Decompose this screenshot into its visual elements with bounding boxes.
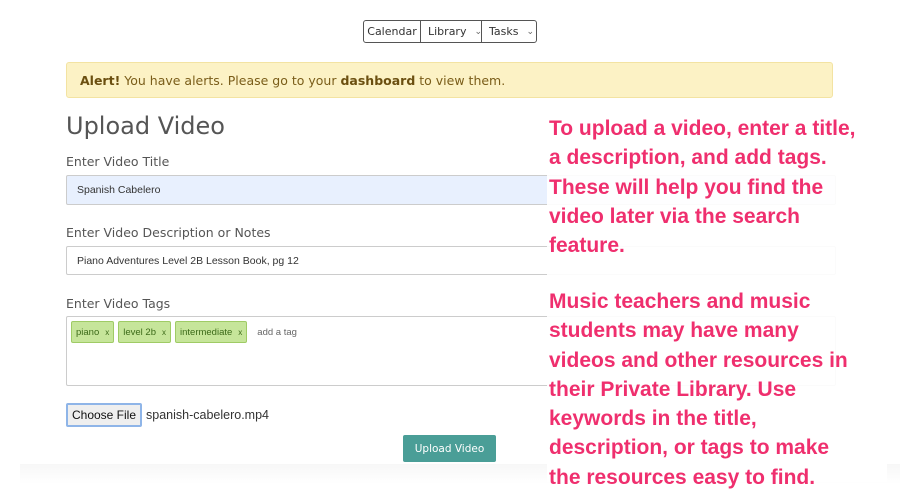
- tag-chip: intermediate x: [175, 321, 248, 343]
- remove-tag-icon[interactable]: x: [238, 328, 242, 337]
- choose-file-button[interactable]: Choose File: [66, 403, 142, 427]
- annotation-paragraph-2: Music teachers and music students may ha…: [549, 290, 848, 489]
- nav-tasks-dropdown[interactable]: Tasks ⌄: [482, 21, 536, 42]
- nav-calendar-button[interactable]: Calendar: [364, 21, 421, 42]
- add-tag-input[interactable]: [251, 321, 372, 343]
- alert-bold-prefix: Alert!: [80, 72, 121, 88]
- tag-label: level 2b: [123, 326, 156, 338]
- nav-calendar-label: Calendar: [367, 25, 417, 38]
- nav-library-label: Library: [428, 25, 467, 38]
- tag-chip: level 2b x: [118, 321, 171, 343]
- title-label: Enter Video Title: [66, 154, 170, 169]
- description-label: Enter Video Description or Notes: [66, 225, 271, 240]
- chevron-down-icon: ⌄: [474, 26, 483, 37]
- file-picker: Choose File spanish-cabelero.mp4: [66, 403, 269, 427]
- tag-label: intermediate: [180, 326, 233, 338]
- tag-label: piano: [76, 326, 100, 338]
- nav-tasks-label: Tasks: [489, 25, 519, 38]
- alert-banner: Alert! You have alerts. Please go to you…: [66, 62, 833, 98]
- description-input-value: Piano Adventures Level 2B Lesson Book, p…: [77, 254, 299, 267]
- title-input-value: Spanish Cabelero: [77, 184, 161, 196]
- tags-label: Enter Video Tags: [66, 296, 171, 311]
- remove-tag-icon[interactable]: x: [105, 328, 109, 337]
- dashboard-link[interactable]: dashboard: [340, 73, 415, 88]
- top-nav: Calendar Library ⌄ Tasks ⌄: [363, 20, 537, 43]
- alert-text: You have alerts. Please go to your: [124, 72, 337, 88]
- selected-file-name: spanish-cabelero.mp4: [146, 408, 269, 422]
- nav-library-dropdown[interactable]: Library ⌄: [421, 21, 482, 42]
- tag-chip: piano x: [71, 321, 115, 343]
- page-title: Upload Video: [66, 112, 225, 140]
- chevron-down-icon: ⌄: [526, 26, 535, 37]
- alert-text-end: to view them.: [419, 72, 506, 88]
- upload-video-button[interactable]: Upload Video: [403, 435, 496, 462]
- annotation-paragraph-1: To upload a video, enter a title, a desc…: [549, 117, 856, 258]
- remove-tag-icon[interactable]: x: [162, 328, 166, 337]
